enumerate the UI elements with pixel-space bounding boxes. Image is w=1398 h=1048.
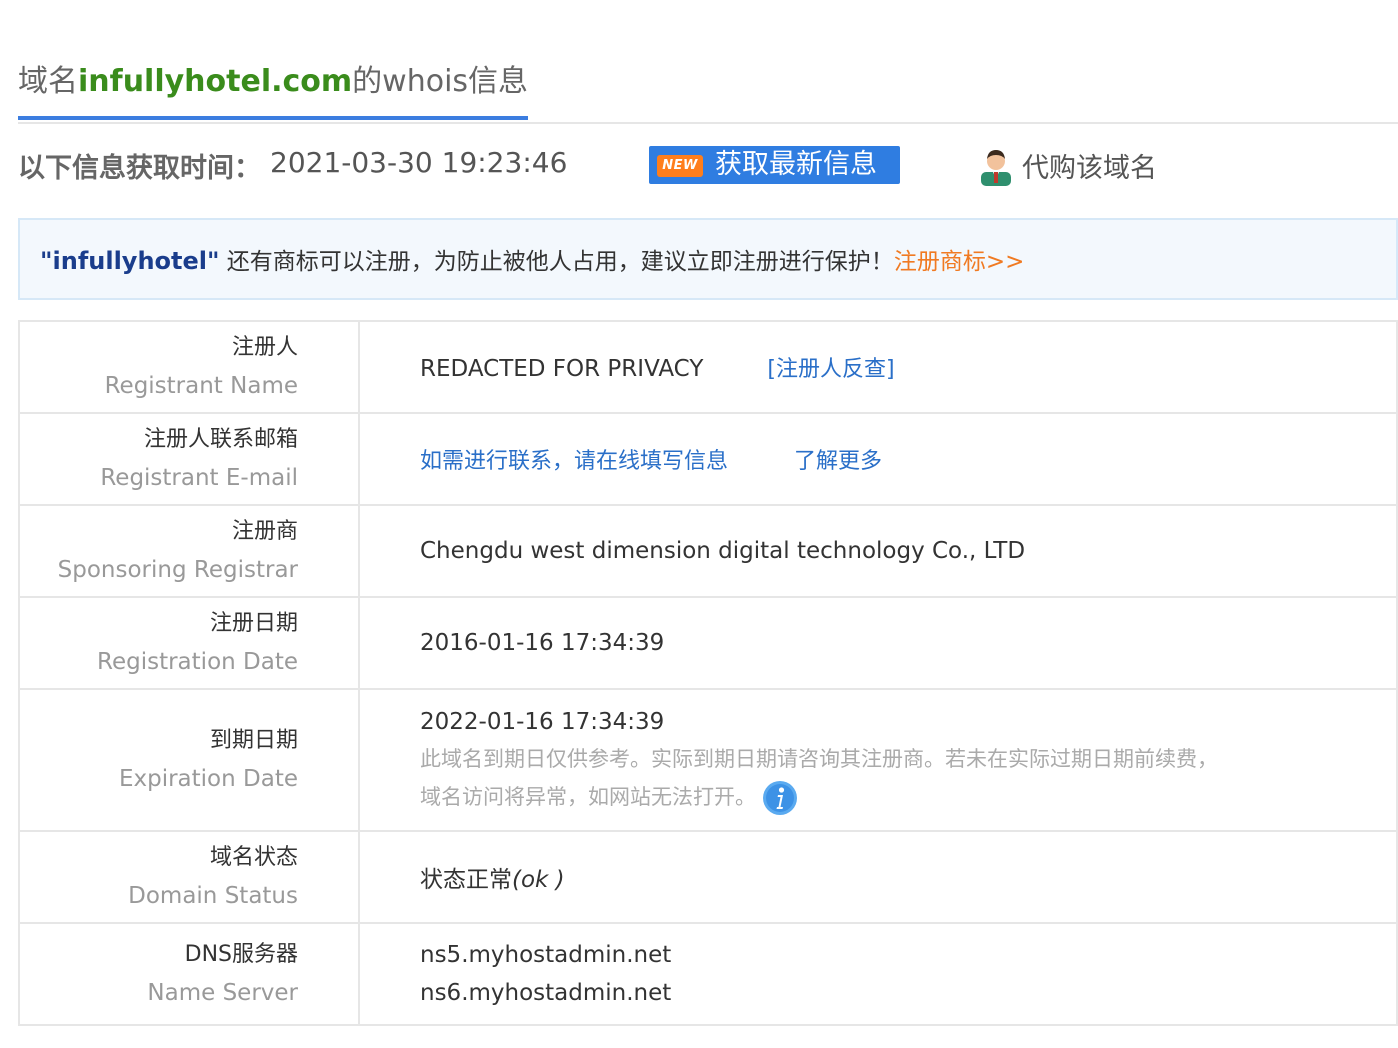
label-cell: 注册日期 Registration Date: [18, 596, 360, 690]
buy-domain-label: 代购该域名: [1022, 153, 1157, 184]
notice-brand: "infullyhotel": [40, 247, 220, 275]
table-row: 注册商 Sponsoring Registrar Chengdu west di…: [18, 504, 1398, 598]
label-cell: 到期日期 Expiration Date: [18, 688, 360, 832]
row-label-cn: 注册人: [231, 335, 298, 360]
page-title: 域名infullyhotel.com的whois信息: [18, 60, 529, 120]
table-row: 注册人 Registrant Name REDACTED FOR PRIVACY…: [18, 320, 1398, 414]
name-server-1: ns5.myhostadmin.net: [420, 942, 672, 968]
refresh-info-label: 获取最新信息: [715, 149, 877, 180]
value-cell: Chengdu west dimension digital technolog…: [358, 504, 1398, 598]
row-label-cn: 域名状态: [209, 845, 298, 870]
registrant-value: REDACTED FOR PRIVACY: [420, 356, 704, 382]
register-trademark-link[interactable]: 注册商标>>: [894, 249, 1025, 275]
notice-message: 还有商标可以注册，为防止被他人占用，建议立即注册进行保护！: [219, 249, 894, 275]
fetch-row: 以下信息获取时间： 2021-03-30 19:23:46 NEW 获取最新信息…: [18, 140, 1398, 190]
title-suffix: 的whois信息: [352, 64, 529, 99]
whois-page: 域名infullyhotel.com的whois信息 以下信息获取时间： 202…: [0, 0, 1398, 1048]
title-prefix: 域名: [18, 64, 78, 99]
registrant-reverse-lookup-link[interactable]: [注册人反查]: [767, 357, 894, 382]
value-cell: REDACTED FOR PRIVACY [注册人反查]: [358, 320, 1398, 414]
table-row: 注册人联系邮箱 Registrant E-mail 如需进行联系，请在线填写信息…: [18, 412, 1398, 506]
row-label-cn: 到期日期: [209, 728, 298, 753]
row-label-cn: 注册商: [231, 519, 298, 544]
expiration-note-line1: 此域名到期日仅供参考。实际到期日期请咨询其注册商。若未在实际过期日期前续费，: [420, 747, 1218, 771]
expiration-note-text: 域名访问将异常，如网站无法打开。: [420, 785, 756, 809]
table-row: 到期日期 Expiration Date 2022-01-16 17:34:39…: [18, 688, 1398, 832]
row-label-en: Registrant E-mail: [100, 465, 298, 491]
table-row: DNS服务器 Name Server ns5.myhostadmin.net n…: [18, 922, 1398, 1026]
name-server-2: ns6.myhostadmin.net: [420, 980, 672, 1006]
row-label-en: Domain Status: [128, 883, 298, 909]
contact-form-link[interactable]: 如需进行联系，请在线填写信息: [420, 449, 728, 474]
row-label-en: Sponsoring Registrar: [57, 557, 298, 583]
domain-status-value: 状态正常: [420, 867, 512, 893]
table-row: 域名状态 Domain Status 状态正常(ok ): [18, 830, 1398, 924]
row-label-cn: 注册人联系邮箱: [143, 427, 298, 452]
row-label-en: Expiration Date: [118, 766, 298, 792]
value-cell: 状态正常(ok ): [358, 830, 1398, 924]
domain-status-code: (ok ): [512, 867, 565, 893]
label-cell: 注册人联系邮箱 Registrant E-mail: [18, 412, 360, 506]
label-cell: 注册人 Registrant Name: [18, 320, 360, 414]
value-cell: 2022-01-16 17:34:39 此域名到期日仅供参考。实际到期日期请咨询…: [358, 688, 1398, 832]
row-label-cn: DNS服务器: [184, 942, 298, 967]
refresh-info-button[interactable]: NEW 获取最新信息: [649, 146, 900, 184]
row-label-en: Registration Date: [97, 649, 298, 675]
learn-more-link[interactable]: 了解更多: [794, 449, 882, 474]
fetch-time-label: 以下信息获取时间：: [18, 153, 261, 184]
agent-avatar-icon: [981, 150, 1011, 186]
label-cell: 注册商 Sponsoring Registrar: [18, 504, 360, 598]
label-cell: DNS服务器 Name Server: [18, 922, 360, 1026]
row-label-cn: 注册日期: [209, 611, 298, 636]
whois-table: 注册人 Registrant Name REDACTED FOR PRIVACY…: [18, 320, 1398, 1026]
table-row: 注册日期 Registration Date 2016-01-16 17:34:…: [18, 596, 1398, 690]
row-label-en: Name Server: [147, 980, 298, 1006]
trademark-notice: "infullyhotel" 还有商标可以注册，为防止被他人占用，建议立即注册进…: [18, 218, 1398, 300]
value-cell: 2016-01-16 17:34:39: [358, 596, 1398, 690]
registrar-value: Chengdu west dimension digital technolog…: [420, 538, 1026, 564]
notice-text: "infullyhotel" 还有商标可以注册，为防止被他人占用，建议立即注册进…: [40, 242, 1024, 276]
info-icon[interactable]: [762, 780, 798, 816]
new-badge-icon: NEW: [657, 155, 703, 177]
title-row: 域名infullyhotel.com的whois信息: [18, 60, 1398, 124]
title-domain: infullyhotel.com: [78, 64, 353, 99]
expiration-date-value: 2022-01-16 17:34:39: [420, 709, 665, 735]
row-label-en: Registrant Name: [104, 373, 298, 399]
value-cell: ns5.myhostadmin.net ns6.myhostadmin.net: [358, 922, 1398, 1026]
fetch-time-value: 2021-03-30 19:23:46: [270, 146, 568, 179]
label-cell: 域名状态 Domain Status: [18, 830, 360, 924]
value-cell: 如需进行联系，请在线填写信息 了解更多: [358, 412, 1398, 506]
expiration-note-line2: 域名访问将异常，如网站无法打开。: [420, 778, 1396, 816]
registration-date-value: 2016-01-16 17:34:39: [420, 630, 665, 656]
